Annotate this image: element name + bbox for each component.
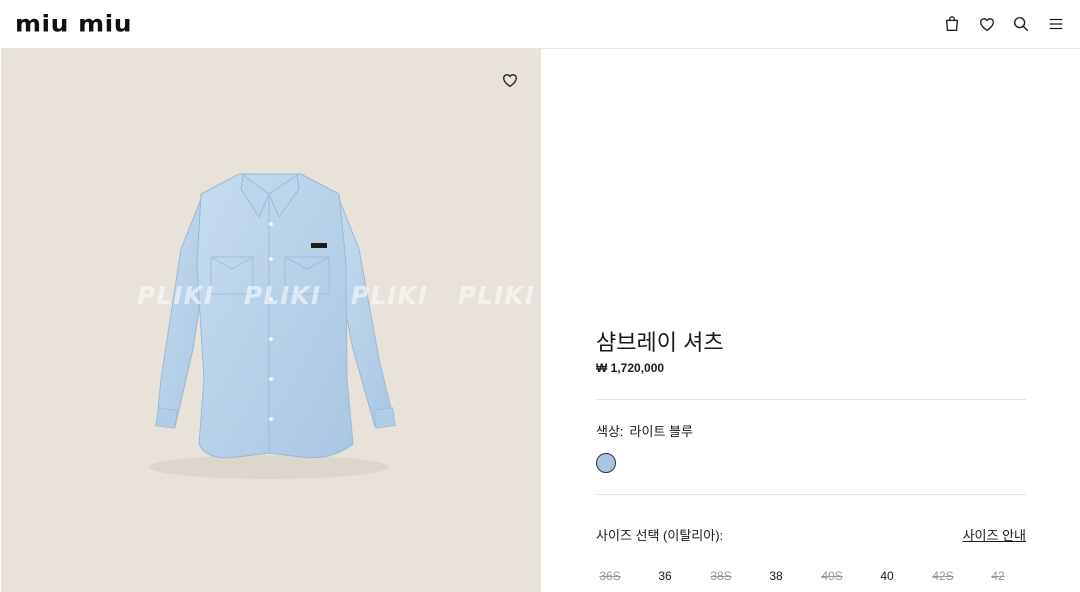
color-label: 색상: (596, 424, 624, 439)
size-option-36[interactable]: 36 (637, 569, 693, 583)
menu-icon[interactable] (1045, 13, 1067, 35)
product-image (149, 173, 396, 479)
product-price: ₩ 1,720,000 (596, 361, 665, 375)
size-option-40[interactable]: 40 (859, 569, 915, 583)
size-option-42[interactable]: 42 (970, 569, 1026, 583)
product-title: 샴브레이 셔츠 (596, 330, 724, 355)
heart-icon[interactable] (976, 13, 998, 35)
size-options: 36S 36 38S 38 40S 40 42S 42 (582, 569, 1026, 587)
color-swatch-light-blue[interactable] (596, 453, 616, 473)
shopping-bag-icon[interactable] (941, 13, 963, 35)
size-select-label: 사이즈 선택 (이탈리아): (596, 528, 724, 543)
product-image-panel[interactable]: PLIKI PLIKI PLIKI PLIKI PLI (1, 49, 541, 592)
brand-logo[interactable]: miu miu (15, 12, 132, 35)
wishlist-heart-icon[interactable] (499, 69, 521, 91)
divider (596, 399, 1026, 400)
size-option-38[interactable]: 38 (748, 569, 804, 583)
size-guide-link[interactable]: 사이즈 안내 (963, 525, 1026, 544)
size-option-42s[interactable]: 42S (915, 569, 971, 583)
size-option-38s[interactable]: 38S (693, 569, 749, 583)
size-option-36s[interactable]: 36S (582, 569, 638, 583)
watermark-text: PLIKI PLIKI PLIKI PLIKI PLI (137, 281, 541, 310)
color-value: 라이트 블루 (629, 424, 693, 439)
search-icon[interactable] (1010, 13, 1032, 35)
color-info: 색상: 라이트 블루 (596, 421, 693, 440)
site-header: miu miu (0, 0, 1080, 49)
divider (596, 494, 1026, 495)
size-option-40s[interactable]: 40S (804, 569, 860, 583)
